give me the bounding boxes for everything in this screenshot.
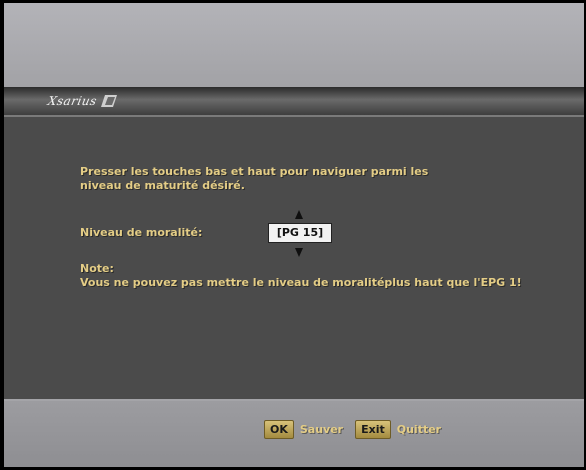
- logo-text: Xsarius: [46, 94, 99, 108]
- exit-key-button[interactable]: Exit: [355, 419, 391, 439]
- instructions-line-1: Presser les touches bas et haut pour nav…: [80, 165, 429, 178]
- ok-key-label: Sauver: [299, 422, 344, 436]
- note-text: Vous ne pouvez pas mettre le niveau de m…: [80, 276, 522, 289]
- tv-screen: Xsarius Presser les touches bas et haut …: [4, 3, 584, 467]
- logo-mark-icon: [100, 95, 117, 107]
- footer-keys: OK Sauver Exit Quitter: [264, 419, 447, 439]
- instructions: Presser les touches bas et haut pour nav…: [80, 165, 428, 193]
- exit-key-label: Quitter: [396, 422, 442, 436]
- arrow-up-icon[interactable]: [295, 210, 303, 219]
- top-band: [4, 3, 584, 87]
- instructions-line-2: niveau de maturité désiré.: [80, 179, 245, 192]
- header-bar: Xsarius: [4, 87, 584, 117]
- parental-control-panel: Presser les touches bas et haut pour nav…: [4, 117, 584, 399]
- footer-band: OK Sauver Exit Quitter: [4, 401, 584, 467]
- note-title: Note:: [80, 262, 114, 275]
- brand-logo: Xsarius: [46, 91, 117, 111]
- arrow-down-icon[interactable]: [295, 248, 303, 257]
- level-label: Niveau de moralité:: [80, 226, 203, 239]
- maturity-level-selector[interactable]: [PG 15]: [268, 223, 332, 243]
- ok-key-button[interactable]: OK: [264, 419, 294, 439]
